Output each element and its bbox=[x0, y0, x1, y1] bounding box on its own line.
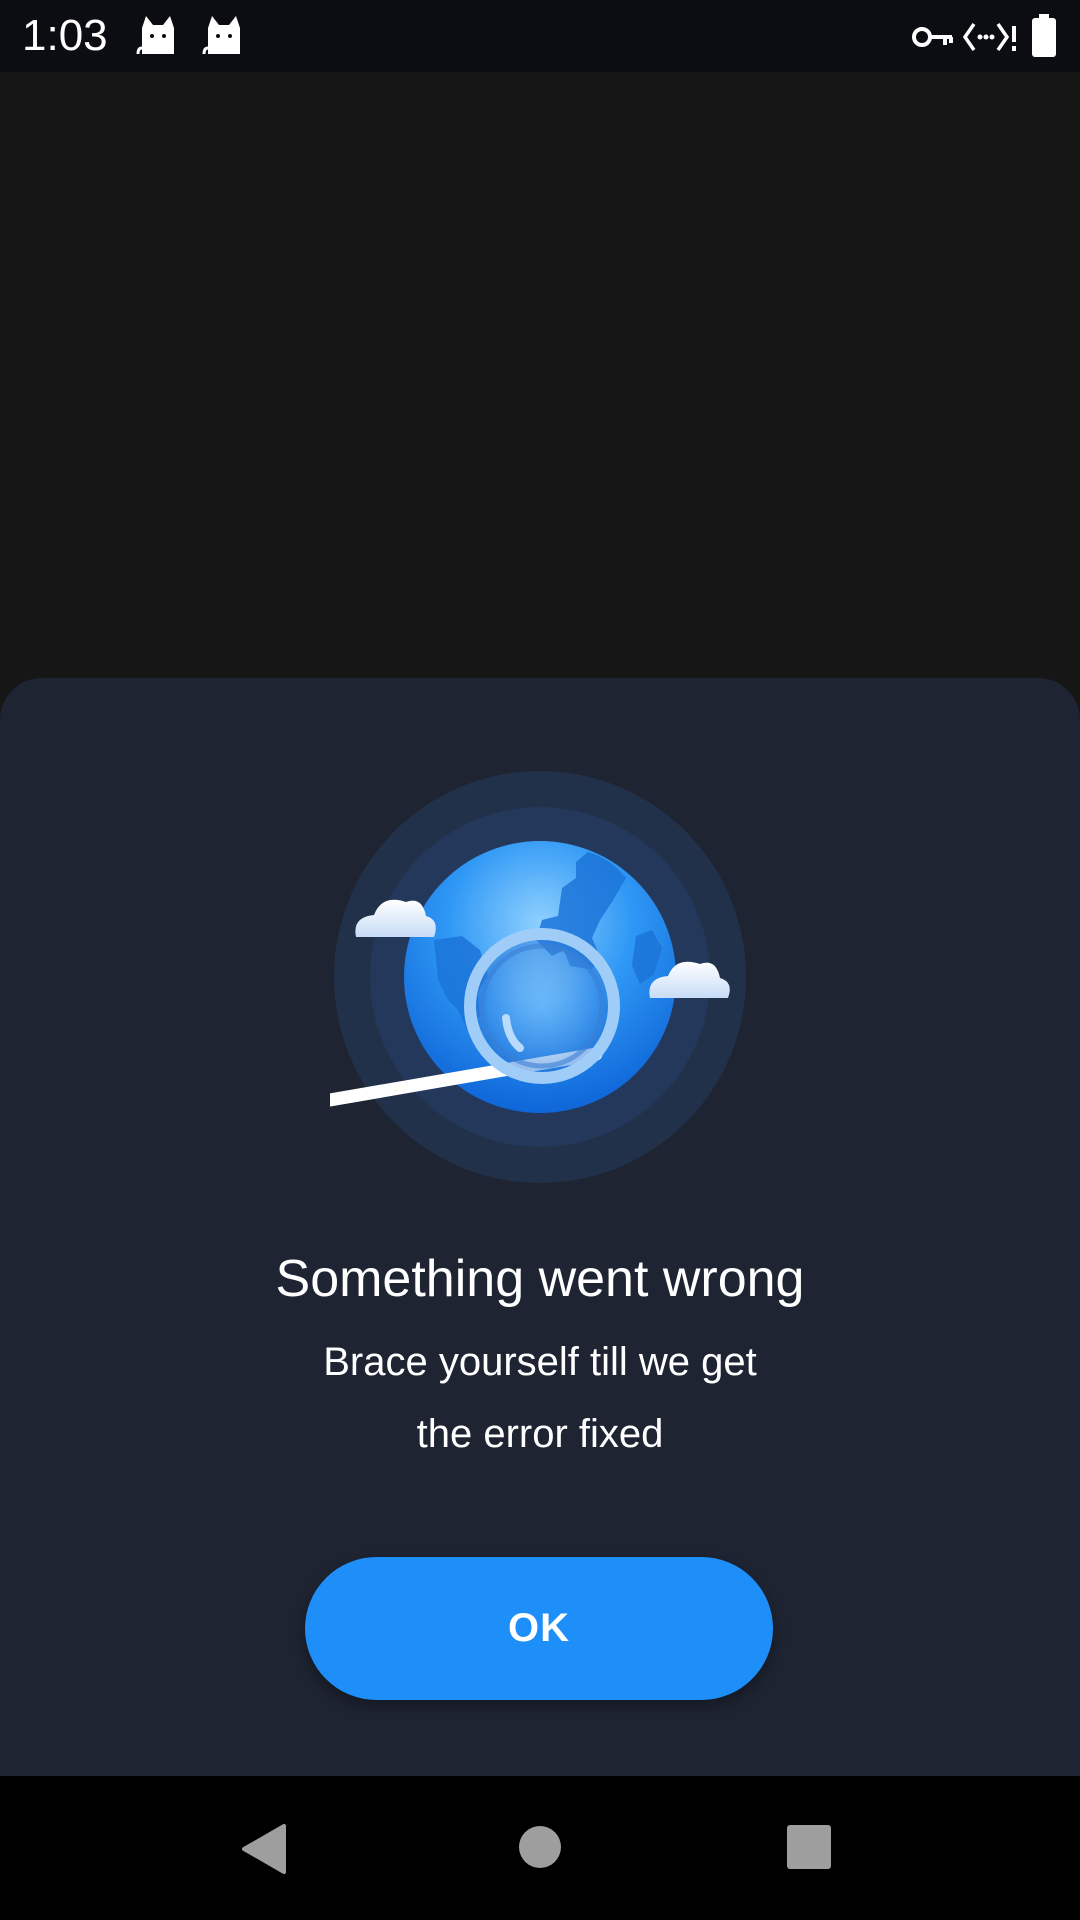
error-title: Something went wrong bbox=[275, 1250, 805, 1308]
recents-icon[interactable] bbox=[786, 1824, 832, 1870]
cat-notification-icon bbox=[202, 16, 240, 55]
data-saver-icon bbox=[962, 23, 1016, 51]
status-time: 1:03 bbox=[22, 11, 108, 60]
globe-magnifier-illustration bbox=[330, 771, 746, 1183]
back-icon[interactable] bbox=[240, 1822, 288, 1876]
navigation-bar bbox=[0, 1776, 1080, 1920]
home-icon[interactable] bbox=[517, 1824, 563, 1870]
battery-full-icon bbox=[1032, 14, 1056, 57]
vpn-key-icon bbox=[912, 27, 953, 47]
error-message: Brace yourself till we get the error fix… bbox=[323, 1340, 757, 1456]
ok-button[interactable]: OK bbox=[305, 1557, 773, 1700]
status-bar: 1:03 bbox=[0, 0, 1080, 72]
cat-notification-icon bbox=[136, 16, 174, 55]
